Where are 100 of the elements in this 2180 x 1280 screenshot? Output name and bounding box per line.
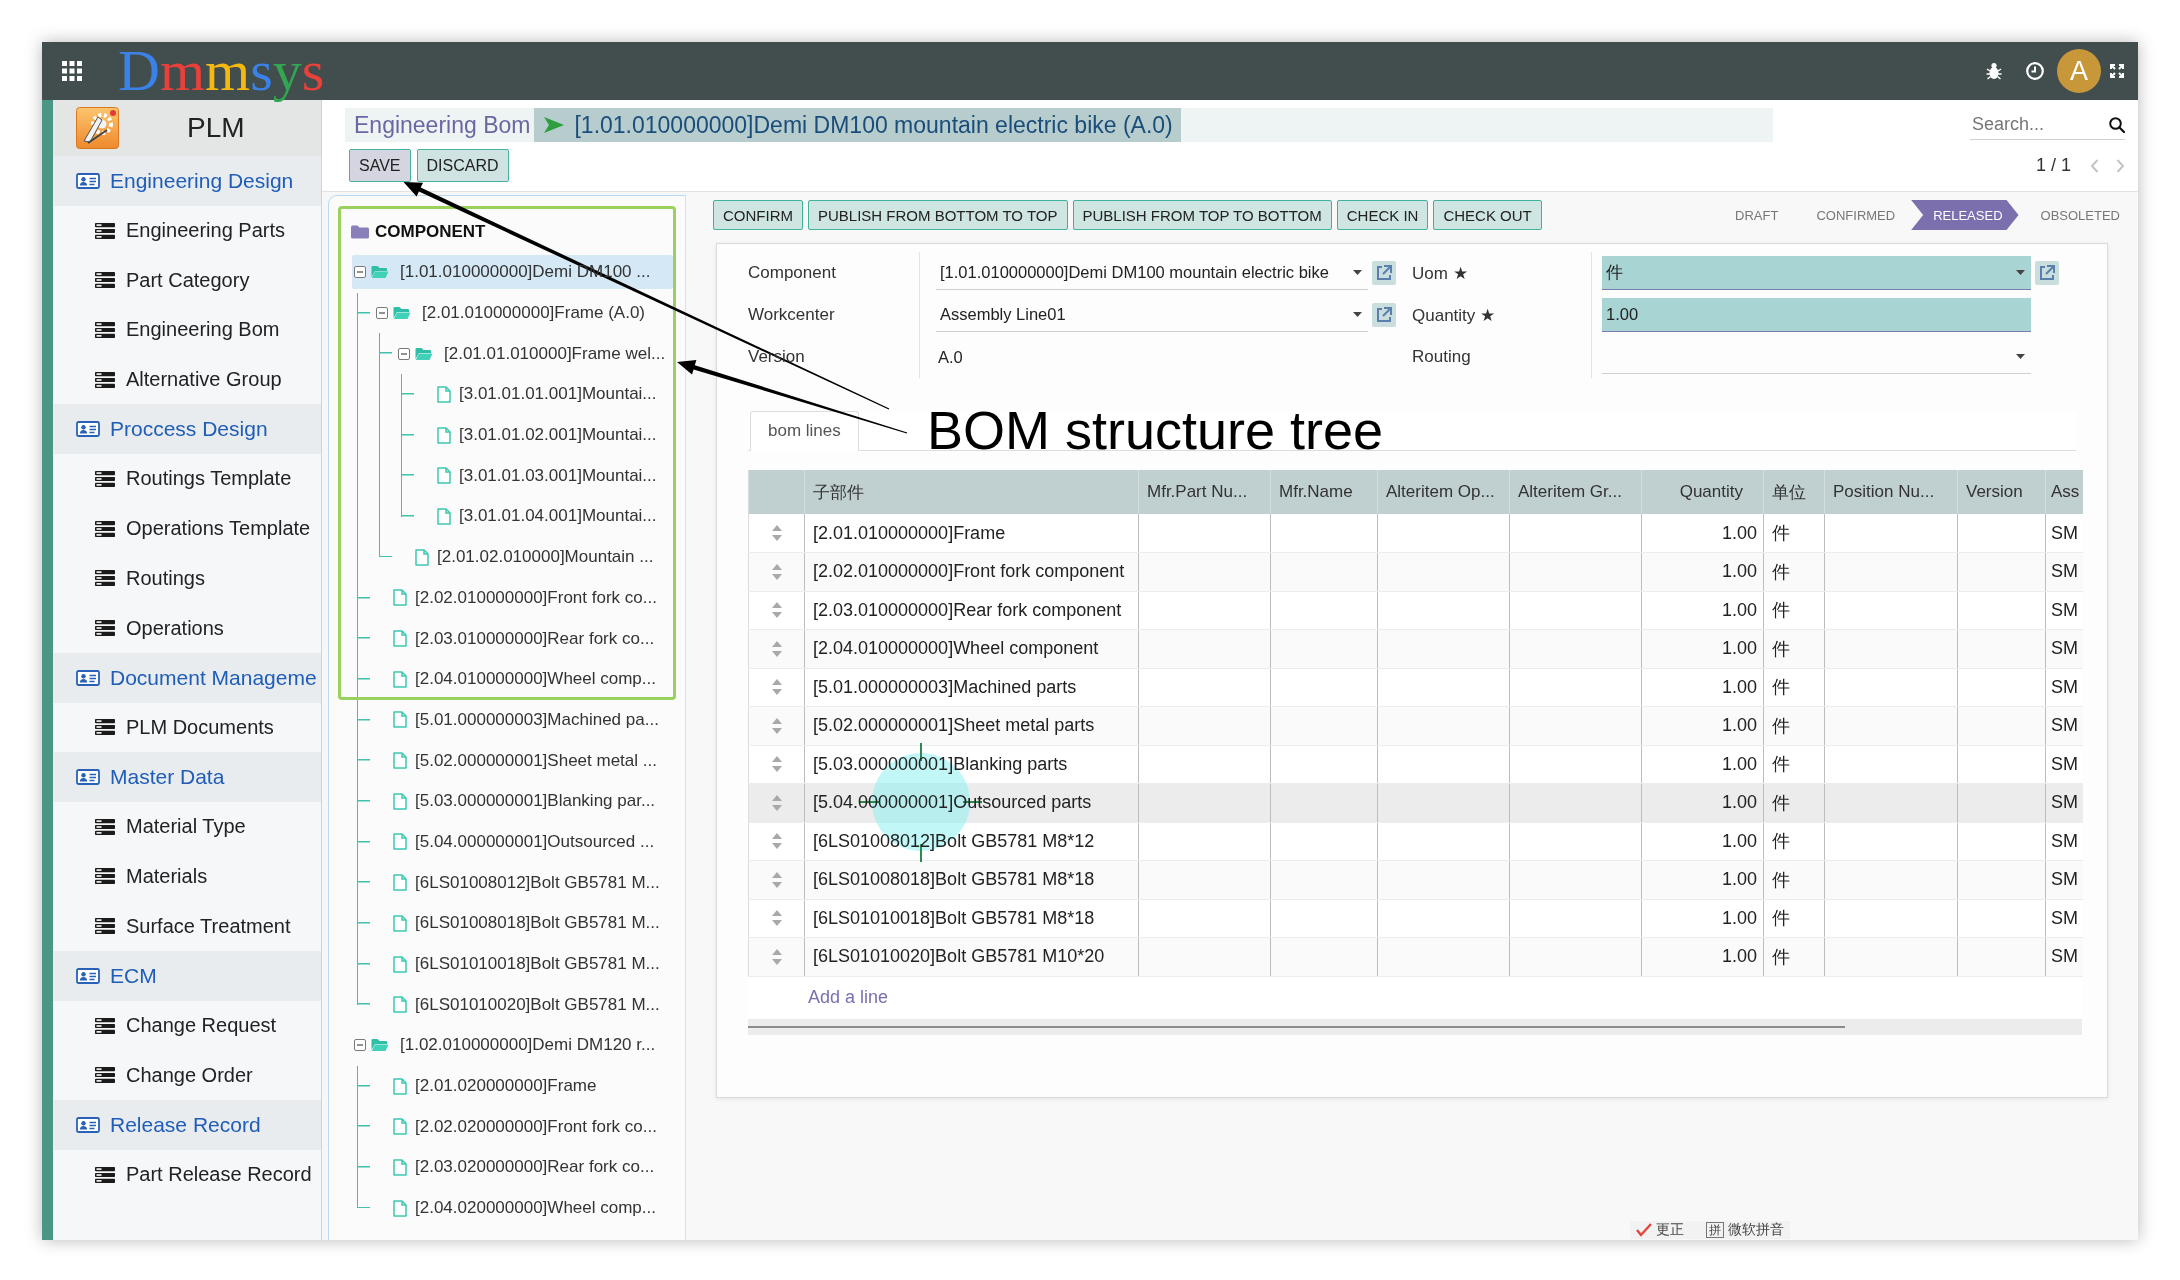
collapse-icon[interactable] xyxy=(354,1039,366,1052)
input-field[interactable]: 1.00 xyxy=(1602,298,2031,332)
sidebar-item[interactable]: Routings Template xyxy=(53,454,321,504)
drag-handle-icon[interactable] xyxy=(771,563,782,580)
tree-node[interactable]: [6LS01008012]Bolt GB5781 M... xyxy=(374,865,664,900)
drag-handle-icon[interactable] xyxy=(771,756,782,773)
table-row[interactable]: [2.04.010000000]Wheel component 1.00 件 SM xyxy=(748,629,2083,668)
scrollbar-thumb[interactable] xyxy=(748,1025,1845,1028)
action-button[interactable]: CHECK IN xyxy=(1336,200,1429,230)
add-line-link[interactable]: Add a line xyxy=(808,987,889,1008)
status-step[interactable]: DRAFT xyxy=(1713,200,1795,230)
tree-node[interactable]: [6LS01008018]Bolt GB5781 M... xyxy=(374,906,664,941)
sidebar-item[interactable]: Engineering Parts xyxy=(53,205,321,256)
tree-node[interactable]: [1.02.010000000]Demi DM120 r... xyxy=(352,1028,660,1063)
clock-icon[interactable] xyxy=(2026,62,2044,80)
save-button[interactable]: SAVE xyxy=(349,149,411,182)
sidebar-item[interactable]: Part Category xyxy=(53,255,321,306)
tree-node[interactable]: [5.04.000000001]Outsourced ... xyxy=(374,824,659,859)
drag-handle-icon[interactable] xyxy=(771,602,782,619)
status-step[interactable]: RELEASED xyxy=(1911,200,2019,230)
chevron-left-icon[interactable] xyxy=(2090,158,2099,173)
tree-node[interactable]: [5.02.000000001]Sheet metal ... xyxy=(374,743,661,778)
chevron-right-icon[interactable] xyxy=(2116,158,2125,173)
tree-node[interactable]: [2.04.010000000]Wheel comp... xyxy=(374,662,660,697)
tree-node[interactable]: [2.01.020000000]Frame xyxy=(374,1069,601,1104)
sidebar-item[interactable]: Part Release Record xyxy=(53,1149,321,1200)
external-link-icon[interactable] xyxy=(2035,261,2059,285)
tree-node[interactable]: [2.01.01.010000]Frame wel... xyxy=(396,336,670,371)
tree-node[interactable]: [5.01.000000003]Machined pa... xyxy=(374,702,663,737)
ime-button[interactable]: 更正 xyxy=(1636,1221,1684,1239)
tree-node[interactable]: [2.02.010000000]Front fork co... xyxy=(374,580,661,615)
tree-node[interactable]: [2.04.020000000]Wheel comp... xyxy=(374,1191,660,1226)
tree-node[interactable]: [5.03.000000001]Blanking par... xyxy=(374,784,660,819)
ime-button[interactable]: 拼 微软拼音 xyxy=(1706,1221,1784,1239)
fullscreen-icon[interactable] xyxy=(2110,64,2124,78)
drag-handle-icon[interactable] xyxy=(771,871,782,888)
collapse-icon[interactable] xyxy=(376,307,388,320)
drag-handle-icon[interactable] xyxy=(771,833,782,850)
sidebar-item[interactable]: Operations Template xyxy=(53,503,321,554)
tree-node[interactable]: [3.01.01.02.001]Mountai... xyxy=(418,418,661,453)
search-field[interactable]: Search... xyxy=(1970,111,2109,138)
table-row[interactable]: [2.03.010000000]Rear fork component 1.00 件 SM xyxy=(748,591,2083,630)
action-button[interactable]: PUBLISH FROM TOP TO BOTTOM xyxy=(1072,200,1332,230)
tree-node[interactable]: [3.01.01.01.001]Mountai... xyxy=(418,377,661,412)
sidebar-section[interactable]: ECM xyxy=(53,951,321,1001)
breadcrumb-link[interactable]: Engineering Bom xyxy=(345,111,535,139)
drag-handle-icon[interactable] xyxy=(771,525,782,541)
collapse-icon[interactable] xyxy=(398,347,410,360)
table-row[interactable]: [5.02.000000001]Sheet metal parts 1.00 件 SM xyxy=(748,706,2083,745)
external-link-icon[interactable] xyxy=(1372,303,1396,327)
tab[interactable]: bom lines xyxy=(750,411,859,451)
sidebar-item[interactable]: Change Order xyxy=(53,1050,321,1101)
table-row[interactable]: [5.04.000000001]Outsourced parts 1.00 件 SM xyxy=(748,783,2083,822)
sidebar-section[interactable]: Document Manageme xyxy=(53,652,321,703)
tree-node[interactable]: [6LS01010020]Bolt GB5781 M... xyxy=(374,987,664,1022)
sidebar-item[interactable]: Material Type xyxy=(53,801,321,852)
drag-handle-icon[interactable] xyxy=(771,794,782,811)
collapse-icon[interactable] xyxy=(354,266,366,279)
sidebar-item[interactable]: Surface Treatment xyxy=(53,901,321,951)
tree-node[interactable]: [3.01.01.03.001]Mountai... xyxy=(418,458,661,493)
table-row[interactable]: [2.01.010000000]Frame 1.00 件 SM xyxy=(748,514,2083,553)
tree-node[interactable]: [2.03.020000000]Rear fork co... xyxy=(374,1150,659,1185)
status-step[interactable]: OBSOLETED xyxy=(2018,200,2125,230)
bug-icon[interactable] xyxy=(1986,62,2002,80)
sidebar-section[interactable]: Engineering Design xyxy=(53,156,321,206)
sidebar-item[interactable]: Materials xyxy=(53,851,321,902)
select-field[interactable]: Assembly Line01 xyxy=(936,298,1368,332)
tree-node[interactable]: [2.01.010000000]Frame (A.0) xyxy=(374,296,650,331)
tree-node[interactable]: [3.01.01.04.001]Mountai... xyxy=(418,499,661,534)
table-row[interactable]: [5.03.000000001]Blanking parts 1.00 件 SM xyxy=(748,745,2083,784)
sidebar-item[interactable]: Engineering Bom xyxy=(53,305,321,355)
table-row[interactable]: [5.01.000000003]Machined parts 1.00 件 SM xyxy=(748,668,2083,707)
tree-node[interactable]: [6LS01010018]Bolt GB5781 M... xyxy=(374,947,664,982)
tree-node[interactable]: [2.03.010000000]Rear fork co... xyxy=(374,621,659,656)
table-row[interactable]: [6LS01008018]Bolt GB5781 M8*18 1.00 件 SM xyxy=(748,860,2083,899)
sidebar-item[interactable]: Routings xyxy=(53,553,321,604)
action-button[interactable]: PUBLISH FROM BOTTOM TO TOP xyxy=(808,200,1068,230)
app-icon[interactable] xyxy=(76,107,119,149)
action-button[interactable]: CONFIRM xyxy=(713,200,803,230)
drag-handle-icon[interactable] xyxy=(771,948,782,965)
apps-menu-icon[interactable] xyxy=(62,61,82,81)
discard-button[interactable]: DISCARD xyxy=(416,149,509,182)
drag-handle-icon[interactable] xyxy=(771,640,782,657)
sidebar-item[interactable]: Operations xyxy=(53,603,321,653)
table-row[interactable]: [6LS01010018]Bolt GB5781 M8*18 1.00 件 SM xyxy=(748,899,2083,938)
table-row[interactable]: [2.02.010000000]Front fork component 1.00 件 SM xyxy=(748,552,2083,591)
drag-handle-icon[interactable] xyxy=(771,910,782,927)
select-field[interactable]: [1.01.010000000]Demi DM100 mountain electric bike xyxy=(936,256,1368,290)
status-step[interactable]: CONFIRMED xyxy=(1794,200,1912,230)
sidebar-section[interactable]: Master Data xyxy=(53,752,321,802)
tree-node[interactable]: [2.02.020000000]Front fork co... xyxy=(374,1109,661,1144)
external-link-icon[interactable] xyxy=(1372,261,1396,285)
drag-handle-icon[interactable] xyxy=(771,679,782,696)
table-row[interactable]: [6LS01010020]Bolt GB5781 M10*20 1.00 件 SM xyxy=(748,937,2083,976)
sidebar-section[interactable]: Proccess Design xyxy=(53,404,321,455)
sidebar-item[interactable]: Change Request xyxy=(53,1000,321,1051)
select-field[interactable]: 件 xyxy=(1602,256,2031,290)
sidebar-section[interactable]: Release Record xyxy=(53,1100,321,1150)
tree-node[interactable]: [2.01.02.010000]Mountain ... xyxy=(396,540,658,575)
sidebar-item[interactable]: Alternative Group xyxy=(53,354,321,405)
